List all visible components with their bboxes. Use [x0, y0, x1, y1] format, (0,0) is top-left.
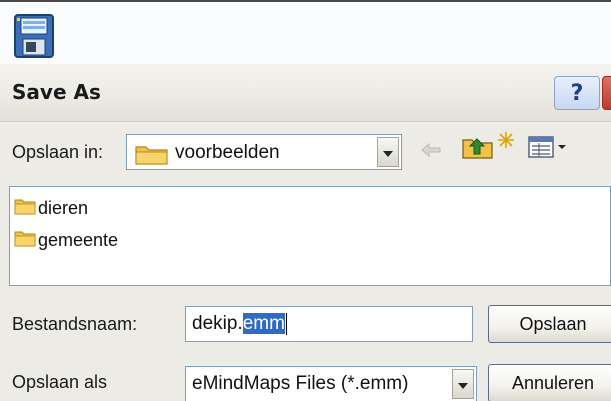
help-button[interactable]: ?: [554, 76, 600, 110]
list-item[interactable]: gemeente: [14, 227, 118, 253]
close-button[interactable]: [602, 76, 611, 110]
filename-field[interactable]: dekip.emm: [185, 306, 473, 342]
text-cursor: [285, 313, 287, 335]
file-list[interactable]: dieren gemeente: [9, 186, 611, 286]
up-folder-icon[interactable]: [462, 134, 494, 165]
chevron-down-icon[interactable]: [377, 137, 399, 167]
list-item-label: dieren: [38, 197, 89, 218]
filename-base: dekip.: [192, 313, 243, 335]
file-type-label: Opslaan als: [12, 372, 108, 392]
cancel-button[interactable]: Annuleren: [488, 364, 611, 401]
list-item[interactable]: dieren: [14, 195, 88, 221]
app-toolbar: [0, 0, 611, 64]
save-dialog: Opslaan in: voorbeelden dieren gemeente …: [0, 122, 611, 401]
back-arrow-icon[interactable]: [420, 140, 442, 165]
save-in-label: Opslaan in:: [12, 142, 104, 162]
filename-value: dekip.emm: [192, 313, 287, 335]
floppy-disk-icon[interactable]: [14, 14, 54, 58]
chevron-down-icon[interactable]: [452, 369, 474, 399]
file-type-dropdown[interactable]: eMindMaps Files (*.emm): [185, 366, 477, 401]
title-bar: Save As ?: [0, 64, 611, 122]
new-folder-icon[interactable]: [494, 130, 518, 155]
folder-icon: [135, 143, 169, 170]
view-menu-icon[interactable]: [528, 136, 568, 163]
folder-icon: [14, 197, 36, 220]
file-type-value: eMindMaps Files (*.emm): [192, 373, 409, 394]
filename-extension-selected: emm: [242, 313, 285, 335]
save-in-value: voorbeelden: [175, 142, 280, 163]
folder-icon: [14, 229, 36, 252]
window-title: Save As: [12, 80, 101, 104]
help-icon: ?: [570, 80, 584, 106]
save-in-dropdown[interactable]: voorbeelden: [126, 134, 402, 170]
list-item-label: gemeente: [38, 229, 119, 250]
save-button[interactable]: Opslaan: [488, 305, 611, 343]
filename-label: Bestandsnaam:: [12, 314, 138, 334]
